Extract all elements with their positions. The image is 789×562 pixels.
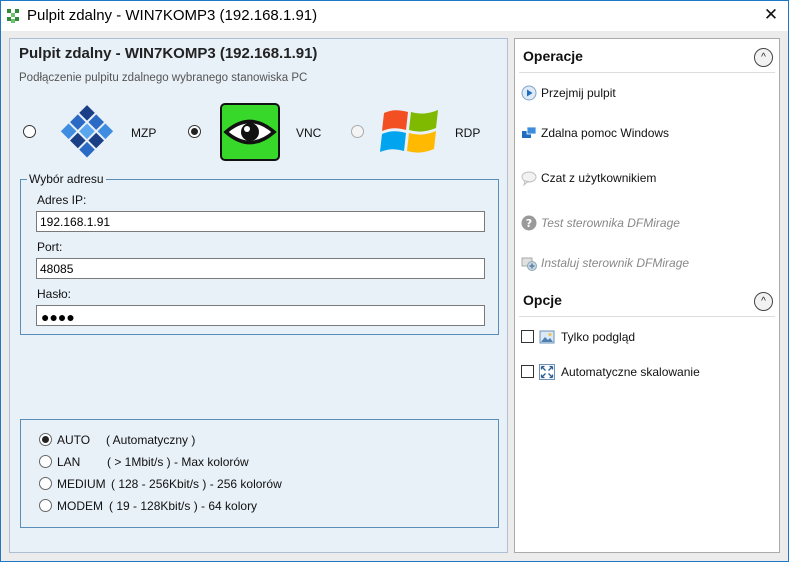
auto-scaling-option[interactable]: Automatyczne skalowanie — [521, 363, 741, 381]
close-icon[interactable]: ✕ — [764, 5, 778, 24]
panel-title: Pulpit zdalny - WIN7KOMP3 (192.168.1.91) — [19, 45, 318, 62]
play-icon — [521, 85, 537, 101]
preview-only-checkbox[interactable] — [521, 330, 534, 343]
svg-text:?: ? — [526, 217, 532, 230]
password-label: Hasło: — [37, 287, 72, 301]
take-over-desktop-link[interactable]: Przejmij pulpit — [521, 84, 721, 102]
auto-scaling-label: Automatyczne skalowanie — [561, 365, 700, 379]
operations-title: Operacje — [523, 48, 583, 64]
mzp-logo-icon — [60, 105, 114, 158]
speed-option-auto[interactable]: AUTO ( Automatyczny ) — [39, 432, 479, 448]
test-dfmirage-label: Test sterownika DFMirage — [541, 216, 680, 230]
close-button[interactable]: ✕ — [754, 1, 788, 31]
chevron-up-icon: ^ — [761, 296, 766, 307]
address-group: Wybór adresu Adres IP: Port: Hasło: ●●●● — [20, 172, 499, 335]
speed-name: AUTO — [57, 433, 91, 447]
password-input[interactable]: ●●●● — [36, 305, 485, 326]
speed-name: MEDIUM — [57, 477, 106, 491]
windows-logo-icon — [380, 110, 438, 153]
panel-subtitle: Podłączenie pulpitu zdalnego wybranego s… — [19, 72, 308, 84]
preview-only-label: Tylko podgląd — [561, 330, 636, 344]
checker-icon — [7, 9, 19, 23]
connection-panel: Pulpit zdalny - WIN7KOMP3 (192.168.1.91)… — [9, 38, 508, 553]
speed-radio-modem[interactable] — [39, 499, 52, 512]
speed-name: LAN — [57, 455, 81, 469]
options-title: Opcje — [523, 292, 562, 308]
speed-option-lan[interactable]: LAN ( > 1Mbit/s ) - Max kolorów — [39, 454, 479, 470]
speed-desc: ( 19 - 128Kbit/s ) - 64 kolory — [109, 499, 258, 513]
protocol-radio-mzp[interactable] — [23, 125, 36, 138]
operations-collapse-button[interactable]: ^ — [754, 48, 773, 67]
speed-option-medium[interactable]: MEDIUM ( 128 - 256Kbit/s ) - 256 kolorów — [39, 476, 479, 492]
protocol-label-mzp: MZP — [131, 126, 157, 140]
protocol-radio-rdp[interactable] — [351, 125, 364, 138]
preview-only-option[interactable]: Tylko podgląd — [521, 328, 721, 346]
actions-panel: Operacje ^ Przejmij pulpit Zdalna pomoc … — [514, 38, 780, 553]
password-mask: ●●●● — [41, 309, 75, 325]
ip-label: Adres IP: — [37, 193, 87, 207]
speed-option-modem[interactable]: MODEM ( 19 - 128Kbit/s ) - 64 kolory — [39, 498, 479, 514]
question-icon: ? — [521, 215, 537, 231]
speed-name: MODEM — [57, 499, 103, 513]
auto-scaling-checkbox[interactable] — [521, 365, 534, 378]
windows-remote-help-link[interactable]: Zdalna pomoc Windows — [521, 124, 721, 142]
install-dfmirage-link[interactable]: Instaluj sterownik DFMirage — [521, 254, 721, 272]
operations-divider — [519, 72, 775, 73]
expand-arrows-icon — [539, 364, 555, 380]
test-dfmirage-link[interactable]: ? Test sterownika DFMirage — [521, 214, 721, 232]
install-dfmirage-label: Instaluj sterownik DFMirage — [541, 256, 690, 270]
protocol-radio-vnc[interactable] — [188, 125, 201, 138]
take-over-desktop-label: Przejmij pulpit — [541, 86, 616, 100]
port-input[interactable] — [36, 258, 485, 279]
remote-desktop-window: Pulpit zdalny - WIN7KOMP3 (192.168.1.91)… — [0, 0, 789, 562]
chat-with-user-label: Czat z użytkownikiem — [541, 171, 657, 185]
chevron-up-icon: ^ — [761, 52, 766, 63]
windows-remote-help-label: Zdalna pomoc Windows — [541, 126, 670, 140]
options-collapse-button[interactable]: ^ — [754, 292, 773, 311]
speed-desc: ( > 1Mbit/s ) - Max kolorów — [107, 455, 249, 469]
protocol-label-vnc: VNC — [296, 126, 322, 140]
speed-radio-auto[interactable] — [39, 433, 52, 446]
remote-help-icon — [522, 126, 537, 138]
chat-with-user-link[interactable]: Czat z użytkownikiem — [521, 169, 721, 187]
speed-radio-medium[interactable] — [39, 477, 52, 490]
port-label: Port: — [37, 240, 63, 254]
speed-group: AUTO ( Automatyczny ) LAN ( > 1Mbit/s ) … — [20, 419, 499, 528]
speed-desc: ( 128 - 256Kbit/s ) - 256 kolorów — [111, 477, 282, 491]
protocol-label-rdp: RDP — [455, 126, 481, 140]
install-icon — [521, 257, 537, 271]
address-group-legend: Wybór adresu — [27, 172, 106, 186]
window-title: Pulpit zdalny - WIN7KOMP3 (192.168.1.91) — [27, 7, 318, 24]
chat-bubble-icon — [521, 171, 537, 186]
vnc-eye-icon — [220, 103, 280, 161]
preview-picture-icon — [539, 330, 555, 344]
speed-radio-lan[interactable] — [39, 455, 52, 468]
speed-desc: ( Automatyczny ) — [106, 433, 196, 447]
title-bar[interactable]: Pulpit zdalny - WIN7KOMP3 (192.168.1.91)… — [1, 1, 788, 31]
ip-input[interactable] — [36, 211, 485, 232]
options-divider — [519, 316, 775, 317]
